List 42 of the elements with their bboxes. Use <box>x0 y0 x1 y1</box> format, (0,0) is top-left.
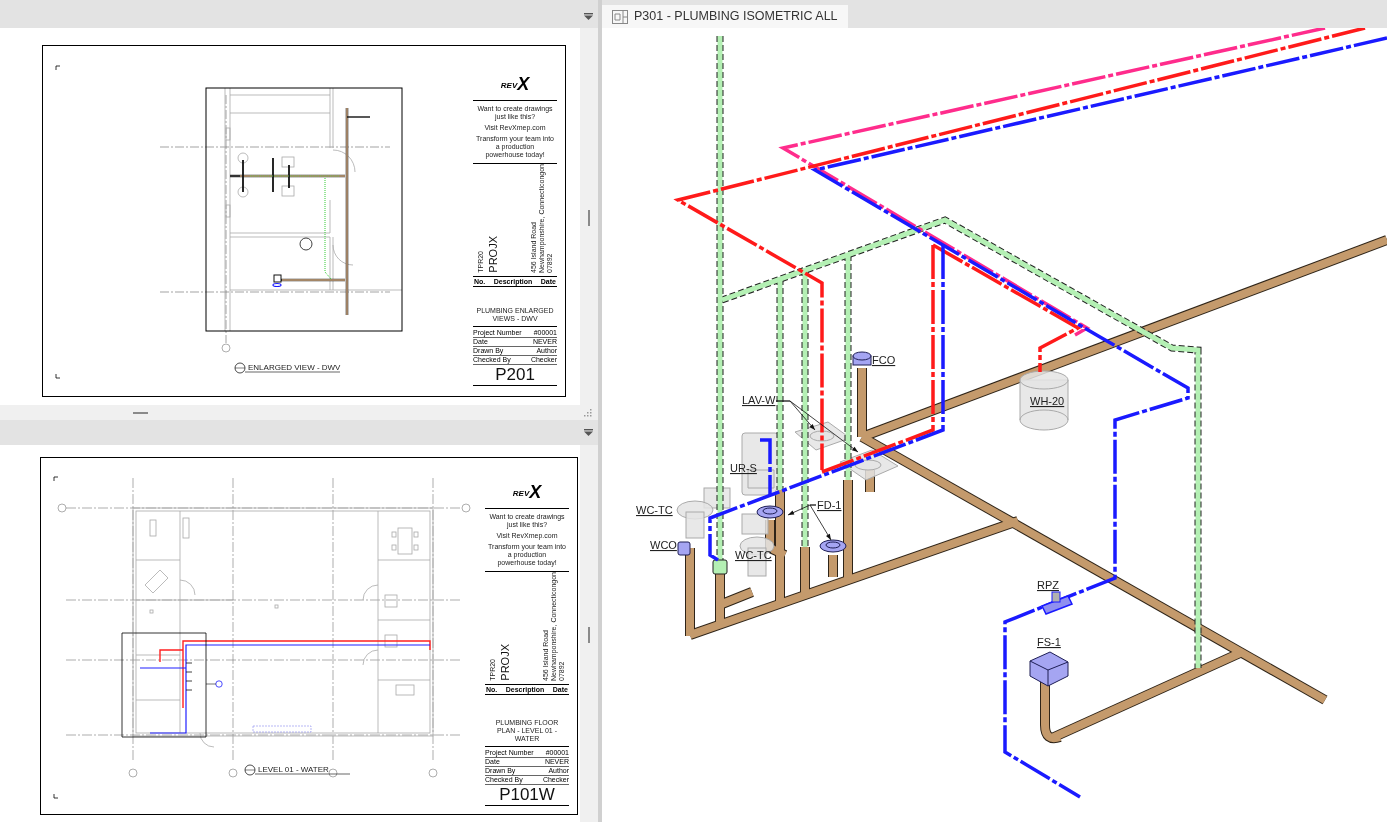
fixture-tag: WC-TC <box>636 504 673 516</box>
view-title: ENLARGED VIEW - DWV <box>248 363 341 372</box>
resize-grip-icon[interactable] <box>584 408 592 417</box>
fixture-tag: WCO <box>650 539 677 551</box>
backflow-preventer <box>1040 591 1074 615</box>
fixture-tag: UR-S <box>730 462 757 474</box>
project-name: PROJX <box>487 236 499 273</box>
fixture-tag: FS-1 <box>1037 636 1061 648</box>
crop-mark <box>55 373 61 379</box>
crop-mark <box>53 476 59 482</box>
sink <box>839 449 899 481</box>
fixture-tag: LAV-W <box>742 394 776 406</box>
logo: REVX <box>511 484 543 500</box>
scrollbar-thumb[interactable] <box>588 210 590 226</box>
crop-mark <box>53 793 59 799</box>
logo: REVX <box>499 76 531 92</box>
caret-icon <box>583 429 593 436</box>
fixture-tag: RPZ <box>1037 579 1059 591</box>
water-heater <box>1019 370 1069 431</box>
sheet-number: P101W <box>498 785 556 805</box>
fixture-tag: FD-1 <box>817 499 842 511</box>
floor-sink <box>1029 651 1069 687</box>
scrollbar-thumb[interactable] <box>133 411 148 414</box>
view-title: LEVEL 01 - WATER <box>258 765 329 774</box>
scrollbar-thumb[interactable] <box>588 627 590 643</box>
view-menu-button[interactable] <box>582 10 594 23</box>
view-tab[interactable]: P301 - PLUMBING ISOMETRIC ALL <box>602 5 848 28</box>
sheet-icon <box>612 9 628 24</box>
cleanout <box>852 351 872 366</box>
pipe-fitting <box>712 559 728 575</box>
crop-mark <box>55 65 61 71</box>
cleanout <box>677 541 691 556</box>
project-name: PROJX <box>499 644 511 681</box>
fixture-tag: WC-TC <box>735 549 772 561</box>
fixture-tag: FCO <box>872 354 896 366</box>
toilet <box>676 487 731 539</box>
floor-drain <box>819 539 847 553</box>
floor-drain <box>756 505 784 519</box>
caret-icon <box>583 13 593 20</box>
fixture-tag: WH-20 <box>1030 395 1065 407</box>
view-menu-button[interactable] <box>582 426 594 439</box>
sheet-number: P201 <box>494 365 536 385</box>
